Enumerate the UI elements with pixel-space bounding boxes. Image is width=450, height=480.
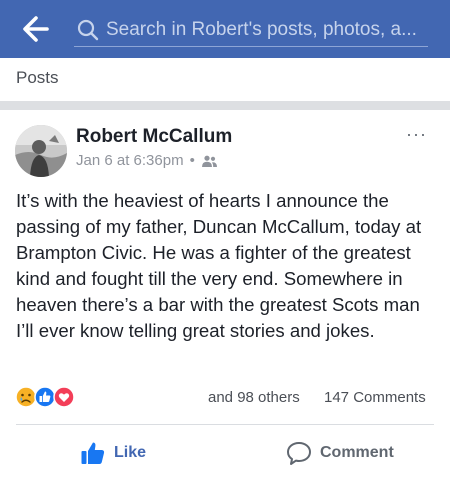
post-meta: Jan 6 at 6:36pm • xyxy=(76,152,218,170)
love-reaction-icon xyxy=(53,386,75,408)
avatar-photo xyxy=(15,125,67,177)
arrow-left-icon xyxy=(23,16,49,42)
search-underline xyxy=(74,46,428,47)
section-title: Posts xyxy=(16,68,59,87)
like-label: Like xyxy=(114,444,147,461)
post-author[interactable]: Robert McCallum xyxy=(76,126,232,148)
actions-divider xyxy=(16,424,434,425)
like-button[interactable]: Like xyxy=(80,437,146,469)
thumbs-up-icon xyxy=(81,442,105,464)
like-reaction-icon xyxy=(34,386,56,408)
search-icon xyxy=(77,19,99,41)
friends-icon xyxy=(201,155,217,167)
sad-reaction-icon xyxy=(15,386,37,408)
comment-button[interactable]: Comment xyxy=(286,437,394,469)
post-text: It’s with the heaviest of hearts I annou… xyxy=(16,190,422,341)
more-options-button[interactable]: ··· xyxy=(406,125,427,143)
comment-label: Comment xyxy=(320,444,394,461)
post-timestamp[interactable]: Jan 6 at 6:36pm xyxy=(76,152,184,170)
comment-icon xyxy=(287,442,311,465)
avatar[interactable] xyxy=(15,125,67,177)
section-divider xyxy=(0,101,450,110)
back-button[interactable] xyxy=(16,14,52,44)
search-input[interactable]: Search in Robert's posts, photos, a... xyxy=(74,10,430,50)
search-placeholder: Search in Robert's posts, photos, a... xyxy=(106,19,417,40)
meta-separator: • xyxy=(189,152,195,169)
reactions-icons[interactable] xyxy=(15,386,85,408)
comments-count[interactable]: 147 Comments xyxy=(324,389,426,407)
top-bar: Search in Robert's posts, photos, a... xyxy=(0,0,450,58)
reactions-summary[interactable]: and 98 others xyxy=(208,389,300,407)
